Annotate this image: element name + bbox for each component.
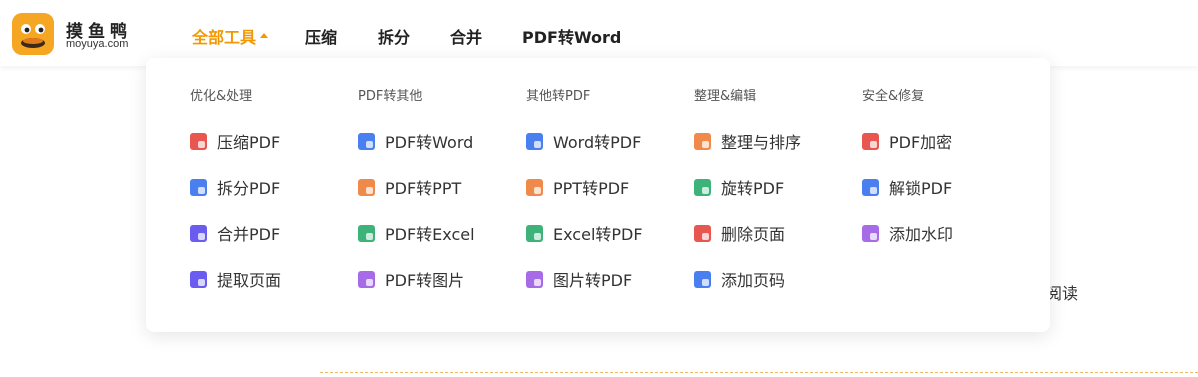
menu-item-label: 压缩PDF xyxy=(217,133,281,152)
nav-merge[interactable]: 合并 xyxy=(450,24,482,48)
menu-item-label: PDF转PPT xyxy=(385,179,462,198)
menu-item-label: Word转PDF xyxy=(553,133,642,152)
nav-all-tools-label: 全部工具 xyxy=(192,28,257,47)
menu-item-label: PPT转PDF xyxy=(553,179,630,198)
menu-item[interactable]: PDF转Word xyxy=(358,129,473,153)
caret-up-icon xyxy=(260,33,269,38)
menu-item[interactable]: 添加水印 xyxy=(862,221,953,245)
menu-item[interactable]: 压缩PDF xyxy=(190,129,280,153)
menu-item-label: Excel转PDF xyxy=(553,225,643,244)
pdf-word-icon xyxy=(358,132,375,150)
duck-logo-icon[interactable] xyxy=(12,13,54,55)
menu-column-title: 安全&修复 xyxy=(862,89,925,104)
unlock-icon xyxy=(862,178,879,196)
menu-item-label: PDF转Excel xyxy=(385,225,475,244)
excel-pdf-icon xyxy=(526,224,543,242)
menu-item[interactable]: PDF加密 xyxy=(862,129,952,153)
nav-all-tools[interactable]: 全部工具 xyxy=(192,24,269,48)
menu-column-title: 其他转PDF xyxy=(526,89,591,104)
menu-item[interactable]: PDF转PPT xyxy=(358,175,461,199)
watermark-icon xyxy=(862,224,879,242)
delete-page-icon xyxy=(694,224,711,242)
menu-item-label: PDF转图片 xyxy=(385,271,465,290)
all-tools-dropdown: 优化&处理压缩PDF 拆分PDF 合并PDF 提取页面 PDF转其他 PDF转Word PD… xyxy=(146,58,1050,332)
menu-item[interactable]: 旋转PDF xyxy=(694,175,784,199)
image-pdf-icon xyxy=(526,270,543,288)
menu-item[interactable]: 合并PDF xyxy=(190,221,280,245)
menu-item[interactable]: 整理与排序 xyxy=(694,129,801,153)
menu-column-title: PDF转其他 xyxy=(358,89,423,104)
menu-item[interactable]: 解锁PDF xyxy=(862,175,952,199)
page-number-icon xyxy=(694,270,711,288)
brand-domain[interactable]: moyuya.com xyxy=(66,38,128,50)
menu-item-label: 添加水印 xyxy=(889,225,954,244)
menu-item-label: 图片转PDF xyxy=(553,271,633,290)
menu-item-label: PDF加密 xyxy=(889,133,953,152)
extract-icon xyxy=(190,270,207,288)
pdf-excel-icon xyxy=(358,224,375,242)
word-pdf-icon xyxy=(526,132,543,150)
menu-item-label: 合并PDF xyxy=(217,225,281,244)
menu-column-title: 优化&处理 xyxy=(190,89,253,104)
menu-item[interactable]: PDF转Excel xyxy=(358,221,475,245)
menu-item-label: 整理与排序 xyxy=(721,133,802,152)
menu-item[interactable]: 拆分PDF xyxy=(190,175,280,199)
lock-icon xyxy=(862,132,879,150)
menu-item[interactable]: 图片转PDF xyxy=(526,267,632,291)
menu-item[interactable]: 提取页面 xyxy=(190,267,281,291)
menu-item-label: 解锁PDF xyxy=(889,179,953,198)
menu-item-label: PDF转Word xyxy=(385,133,474,152)
rotate-icon xyxy=(694,178,711,196)
menu-item[interactable]: PPT转PDF xyxy=(526,175,629,199)
menu-item[interactable]: Excel转PDF xyxy=(526,221,643,245)
menu-item-label: 提取页面 xyxy=(217,271,282,290)
top-navbar: 摸鱼鸭 moyuya.com 全部工具 压缩 拆分 合并 PDF转Word xyxy=(0,0,1198,66)
nav-compress[interactable]: 压缩 xyxy=(305,24,337,48)
compress-icon xyxy=(190,132,207,150)
menu-column-title: 整理&编辑 xyxy=(694,89,757,104)
ppt-pdf-icon xyxy=(526,178,543,196)
dashed-divider xyxy=(320,372,1198,373)
menu-item-label: 拆分PDF xyxy=(217,179,281,198)
menu-item[interactable]: 删除页面 xyxy=(694,221,785,245)
organize-icon xyxy=(694,132,711,150)
menu-item[interactable]: Word转PDF xyxy=(526,129,641,153)
background-text-fragment: 阅读 xyxy=(1046,284,1079,303)
menu-item[interactable]: 添加页码 xyxy=(694,267,785,291)
nav-pdf-to-word[interactable]: PDF转Word xyxy=(522,24,621,48)
menu-item[interactable]: PDF转图片 xyxy=(358,267,464,291)
menu-item-label: 添加页码 xyxy=(721,271,786,290)
split-icon xyxy=(190,178,207,196)
nav-split[interactable]: 拆分 xyxy=(378,24,410,48)
menu-item-label: 删除页面 xyxy=(721,225,786,244)
pdf-image-icon xyxy=(358,270,375,288)
merge-icon xyxy=(190,224,207,242)
menu-item-label: 旋转PDF xyxy=(721,179,785,198)
pdf-ppt-icon xyxy=(358,178,375,196)
